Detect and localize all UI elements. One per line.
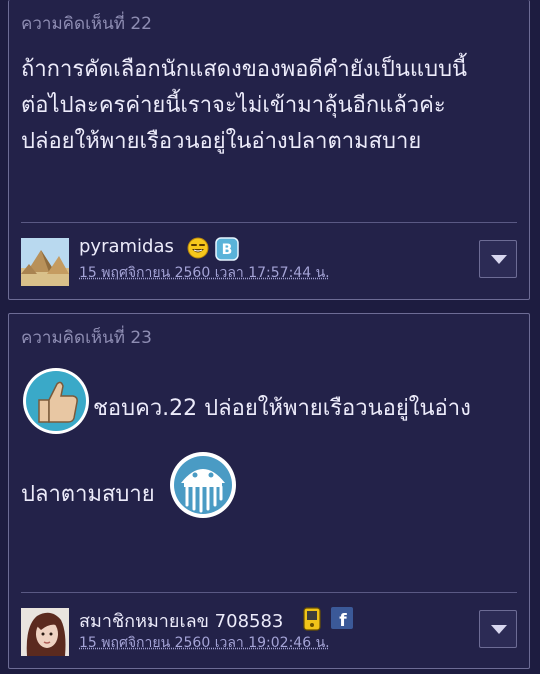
comment-card-22: ความคิดเห็นที่ 22 ถ้าการคัดเลือกนักแสดงข… bbox=[8, 0, 530, 300]
comment-line: ปล่อยให้พายเรือวนอยู่ในอ่างปลาตามสบาย bbox=[21, 129, 422, 154]
comment-number-label: ความคิดเห็นที่ 23 bbox=[21, 328, 152, 348]
comment-footer: pyramidas B 15 พฤศจิกายน 2560 เวลา 17:57… bbox=[21, 236, 517, 288]
comment-body: ถ้าการคัดเลือกนักแสดงของพอดีคำยังเป็นแบบ… bbox=[21, 52, 519, 160]
comment-card-23: ความคิดเห็นที่ 23 ชอบคว.22 ปล่อยให้พายเร… bbox=[8, 313, 530, 669]
thumbs-up-icon bbox=[21, 366, 91, 440]
timestamp-link[interactable]: 15 พฤศจิกายน 2560 เวลา 19:02:46 น. bbox=[79, 632, 330, 654]
author-name[interactable]: สมาชิกหมายเลข 708583 bbox=[79, 606, 283, 635]
phone-badge-icon bbox=[303, 607, 321, 635]
avatar[interactable] bbox=[21, 238, 69, 286]
divider bbox=[21, 592, 517, 593]
smiley-laugh-icon bbox=[187, 237, 209, 263]
comment-menu-button[interactable] bbox=[479, 610, 517, 648]
chevron-down-icon bbox=[491, 255, 507, 264]
svg-text:f: f bbox=[339, 611, 347, 629]
facebook-icon: f bbox=[331, 607, 353, 633]
svg-text:B: B bbox=[222, 242, 233, 258]
author-name[interactable]: pyramidas bbox=[79, 236, 174, 257]
comment-line: ต่อไปละครค่ายนี้เราจะไม่เข้ามาลุ้นอีกแล้… bbox=[21, 93, 446, 118]
comment-menu-button[interactable] bbox=[479, 240, 517, 278]
avatar[interactable] bbox=[21, 608, 69, 656]
comment-line: ปลาตามสบาย bbox=[21, 482, 155, 507]
blog-b-icon: B bbox=[215, 237, 239, 265]
comment-line: ถ้าการคัดเลือกนักแสดงของพอดีคำยังเป็นแบบ… bbox=[21, 57, 468, 82]
timestamp-link[interactable]: 15 พฤศจิกายน 2560 เวลา 17:57:44 น. bbox=[79, 262, 330, 284]
comment-line: ชอบคว.22 ปล่อยให้พายเรือวนอยู่ในอ่าง bbox=[93, 396, 471, 421]
comment-footer: สมาชิกหมายเลข 708583 f 15 พฤศจิกายน 2560… bbox=[21, 606, 517, 658]
chevron-down-icon bbox=[491, 625, 507, 634]
jellyfish-icon bbox=[169, 451, 237, 523]
divider bbox=[21, 222, 517, 223]
comment-number-label: ความคิดเห็นที่ 22 bbox=[21, 14, 152, 34]
